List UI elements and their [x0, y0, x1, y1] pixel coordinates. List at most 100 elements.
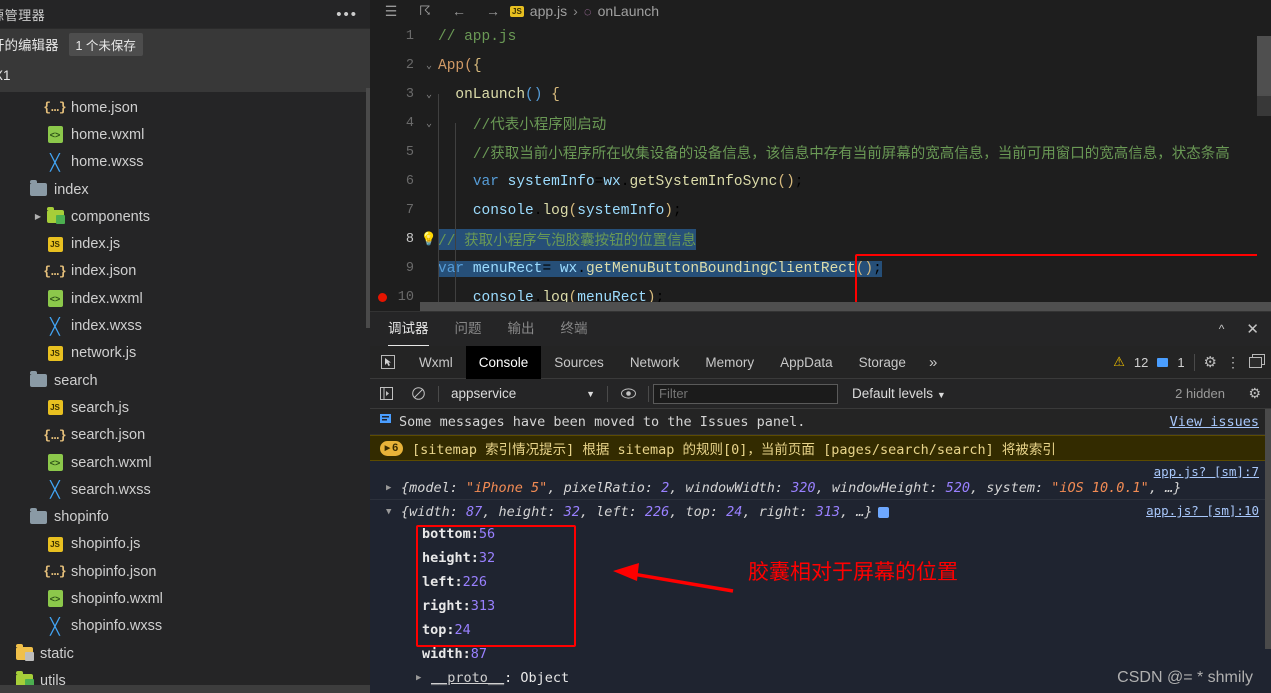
list-icon[interactable]: ☰ [374, 3, 408, 20]
code-line[interactable]: 3 ⌄ onLaunch() { [370, 80, 1271, 109]
log-object-preview[interactable]: {model: "iPhone 5", pixelRatio: 2, windo… [401, 480, 1181, 496]
arrow-right-icon[interactable]: → [476, 3, 510, 19]
file-tree-item[interactable]: ╳ index.wxss [0, 312, 370, 339]
file-tree-item[interactable]: JS index.js [0, 230, 370, 257]
panel-tab-2[interactable]: 输出 [508, 317, 535, 341]
arrow-left-icon[interactable]: ← [442, 3, 476, 19]
devtools-tab-appdata[interactable]: AppData [767, 346, 846, 379]
collapse-twisty[interactable]: ▼ [386, 507, 395, 517]
breadcrumb-file[interactable]: app.js [530, 3, 567, 19]
devtools-tab-storage[interactable]: Storage [846, 346, 919, 379]
devtools-tab-console[interactable]: Console [465, 345, 542, 379]
code-editor[interactable]: 1 // app.js 2 ⌄ App({ 3 ⌄ onLaunch() { 4… [370, 22, 1271, 311]
editor-scrollbar-thumb-2[interactable] [1257, 94, 1271, 116]
file-tree-item[interactable]: <> search.wxml [0, 449, 370, 476]
ellipsis-icon[interactable]: ••• [336, 7, 358, 22]
file-tree-item[interactable]: JS search.js [0, 394, 370, 421]
panel-tab-bar[interactable]: 调试器 问题 输出 终端 ^ ✕ [370, 311, 1271, 346]
code-line[interactable]: 2 ⌄ App({ [370, 51, 1271, 80]
devtools-tab-network[interactable]: Network [617, 346, 693, 379]
file-tree-item[interactable]: ╳ home.wxss [0, 149, 370, 176]
code-line[interactable]: 9 var menuRect= wx.getMenuButtonBounding… [370, 254, 1271, 283]
file-tree-item[interactable]: static [0, 640, 370, 667]
breadcrumb-symbol[interactable]: onLaunch [598, 3, 660, 19]
panel-tab-1[interactable]: 问题 [455, 317, 482, 341]
panel-tab-0[interactable]: 调试器 [388, 317, 429, 346]
file-tree-item[interactable]: shopinfo [0, 503, 370, 530]
code-line[interactable]: 5 //获取当前小程序所在收集设备的设备信息，该信息中存有当前屏幕的宽高信息，当… [370, 138, 1271, 167]
code-line[interactable]: 6 var systemInfo=wx.getSystemInfoSync(); [370, 167, 1271, 196]
devtools-tab-bar[interactable]: Wxml Console Sources Network Memory AppData St… [370, 345, 1271, 379]
info-icon[interactable] [877, 506, 889, 518]
lightbulb-icon[interactable]: 💡 [420, 232, 438, 247]
chevron-up-icon[interactable]: ^ [1219, 322, 1225, 336]
expand-twisty[interactable]: ▶ [416, 673, 425, 683]
file-tree-item[interactable]: ╳ shopinfo.wxss [0, 613, 370, 640]
context-selector[interactable]: appservice ▼ [443, 386, 603, 401]
log-level-selector[interactable]: Default levels ▼ [852, 386, 946, 401]
console-filter-bar[interactable]: appservice ▼ Default levels ▼ 2 hidden ⚙ [370, 379, 1271, 409]
file-tree-item[interactable]: JS network.js [0, 340, 370, 367]
log-source-link[interactable]: app.js? [sm]:10 [1146, 503, 1259, 518]
devtools-tab-wxml[interactable]: Wxml [406, 346, 466, 379]
view-issues-link[interactable]: View issues [1170, 414, 1259, 430]
devtools-tab-sources[interactable]: Sources [541, 346, 617, 379]
file-tree-item[interactable]: <> home.wxml [0, 121, 370, 148]
filter-input[interactable] [653, 383, 838, 404]
close-icon[interactable]: ✕ [1246, 320, 1259, 338]
preview-token: , left: [579, 504, 645, 520]
file-tree-item[interactable]: {…} search.json [0, 422, 370, 449]
file-tree[interactable]: {…} home.json <> home.wxml ╳ home.wxss index ▶ c… [0, 92, 370, 685]
fold-toggle[interactable]: ⌄ [420, 118, 438, 130]
warning-count-badge[interactable]: ▶ 6 [380, 440, 403, 456]
code-line[interactable]: 1 // app.js [370, 22, 1271, 51]
code-line[interactable]: 4 ⌄ //代表小程序刚启动 [370, 109, 1271, 138]
sitemap-warning-row[interactable]: ▶ 6 [sitemap 索引情况提示] 根据 sitemap 的规则[0]，当… [370, 435, 1271, 461]
file-tree-item[interactable]: {…} shopinfo.json [0, 558, 370, 585]
log-object-preview[interactable]: {width: 87, height: 32, left: 226, top: … [401, 504, 873, 520]
live-expression-icon[interactable] [612, 388, 644, 399]
gear-icon[interactable]: ⚙ [1248, 385, 1261, 402]
file-tree-item[interactable]: index [0, 176, 370, 203]
file-tree-item[interactable]: JS shopinfo.js [0, 531, 370, 558]
file-tree-item[interactable]: {…} index.json [0, 258, 370, 285]
dock-panel-icon[interactable] [1249, 353, 1265, 371]
code-line[interactable]: 8 💡 // 获取小程序气泡胶囊按钮的位置信息 [370, 225, 1271, 254]
open-editors-section[interactable]: 开的编辑器 1 个未保存 [0, 28, 370, 59]
file-tree-item[interactable]: <> index.wxml [0, 285, 370, 312]
chevron-right-icon[interactable]: ▶ [31, 212, 45, 221]
breakpoint-icon[interactable] [378, 293, 387, 302]
json-icon: {…} [43, 564, 67, 580]
bookmark-icon[interactable]: ☈ [408, 3, 442, 19]
file-tree-item[interactable]: ▶ components [0, 203, 370, 230]
issues-banner-row[interactable]: Some messages have been moved to the Iss… [370, 409, 1271, 435]
clear-console-icon[interactable] [402, 387, 434, 400]
devtools-tab-memory[interactable]: Memory [692, 346, 767, 379]
console-log-row-2[interactable]: app.js? [sm]:10 ▼ {width: 87, height: 32… [370, 500, 1271, 693]
file-tree-item[interactable]: search [0, 367, 370, 394]
console-sidebar-icon[interactable] [370, 387, 402, 400]
console-log-row-1[interactable]: app.js? [sm]:7 ▶ {model: "iPhone 5", pix… [370, 461, 1271, 500]
warning-icon[interactable]: ⚠ [1113, 354, 1125, 370]
console-output[interactable]: Some messages have been moved to the Iss… [370, 409, 1271, 693]
editor-scrollbar-track[interactable] [1257, 22, 1271, 311]
message-icon[interactable] [1157, 357, 1169, 367]
file-tree-item[interactable]: ╳ search.wxss [0, 476, 370, 503]
editor-horizontal-scrollbar[interactable] [420, 302, 1271, 311]
gear-icon[interactable]: ⚙ [1204, 353, 1217, 371]
log-source-link[interactable]: app.js? [sm]:7 [1154, 464, 1259, 479]
inspect-element-icon[interactable] [370, 355, 406, 369]
fold-toggle[interactable]: ⌄ [420, 60, 438, 72]
more-tabs-icon[interactable]: » [919, 354, 947, 371]
file-tree-item[interactable]: {…} home.json [0, 94, 370, 121]
editor-scrollbar-thumb[interactable] [1257, 36, 1271, 96]
console-scrollbar[interactable] [1265, 409, 1271, 649]
code-line[interactable]: 7 console.log(systemInfo); [370, 196, 1271, 225]
panel-tab-3[interactable]: 终端 [561, 317, 588, 341]
more-vertical-icon[interactable]: ⋮ [1226, 354, 1240, 371]
fold-toggle[interactable]: ⌄ [420, 89, 438, 101]
file-tree-item[interactable]: <> shopinfo.wxml [0, 585, 370, 612]
project-root-section[interactable]: X1 [0, 59, 370, 92]
file-tree-item[interactable]: utils [0, 667, 370, 685]
expand-twisty[interactable]: ▶ [386, 483, 395, 493]
